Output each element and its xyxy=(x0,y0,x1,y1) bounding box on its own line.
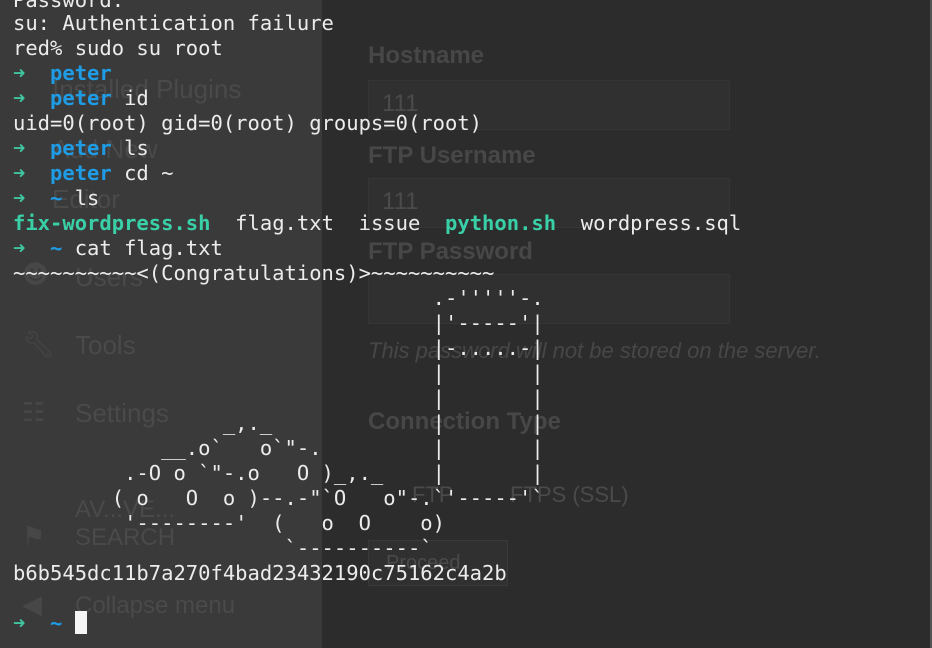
terminal-prompt-line: ➜ peter id xyxy=(13,86,149,110)
terminal-prompt-line: ➜ peter xyxy=(13,61,112,85)
prompt-arrow-icon: ➜ xyxy=(13,236,26,260)
prompt-arrow-icon: ➜ xyxy=(13,61,26,85)
prompt-arrow-icon: ➜ xyxy=(13,611,26,635)
file-wordpress-sql: wordpress.sql xyxy=(580,211,742,235)
file-fix-wordpress: fix-wordpress.sh xyxy=(13,211,211,235)
terminal-prompt-line: ➜ ~ cat flag.txt xyxy=(13,236,223,260)
file-python: python.sh xyxy=(445,211,557,235)
prompt-arrow-icon: ➜ xyxy=(13,86,26,110)
terminal-prompt-line: ➜ ~ ls xyxy=(13,186,100,210)
prompt-arrow-icon: ➜ xyxy=(13,186,26,210)
terminal-line-sudo: red% sudo su root xyxy=(13,36,223,60)
terminal-line-auth-fail: su: Authentication failure xyxy=(13,11,334,35)
terminal-line-flag-hash: b6b545dc11b7a270f4bad23432190c75162c4a2b xyxy=(13,561,507,585)
terminal-line-ls-output: fix-wordpress.sh flag.txt issue python.s… xyxy=(13,211,741,236)
terminal-line-id-output: uid=0(root) gid=0(root) groups=0(root) xyxy=(13,111,482,135)
file-issue: issue xyxy=(358,211,421,235)
terminal[interactable]: Password: su: Authentication failure red… xyxy=(0,0,932,648)
prompt-arrow-icon: ➜ xyxy=(13,161,26,185)
terminal-prompt-line: ➜ peter ls xyxy=(13,136,149,160)
screen: Installed Plugins Add New Editor ☻ Users… xyxy=(0,0,932,648)
terminal-prompt-line: ➜ peter cd ~ xyxy=(13,161,174,185)
ascii-art: .-'''''-. |'-----'| |-.....-| | | | | _,… xyxy=(111,286,544,560)
terminal-cursor[interactable] xyxy=(74,611,87,634)
terminal-line-congrats: ~~~~~~~~~~<(Congratulations)>~~~~~~~~~~ xyxy=(13,261,495,285)
file-flag: flag.txt xyxy=(235,211,334,235)
terminal-prompt-line-active[interactable]: ➜ ~ xyxy=(13,611,87,636)
prompt-arrow-icon: ➜ xyxy=(13,136,26,160)
